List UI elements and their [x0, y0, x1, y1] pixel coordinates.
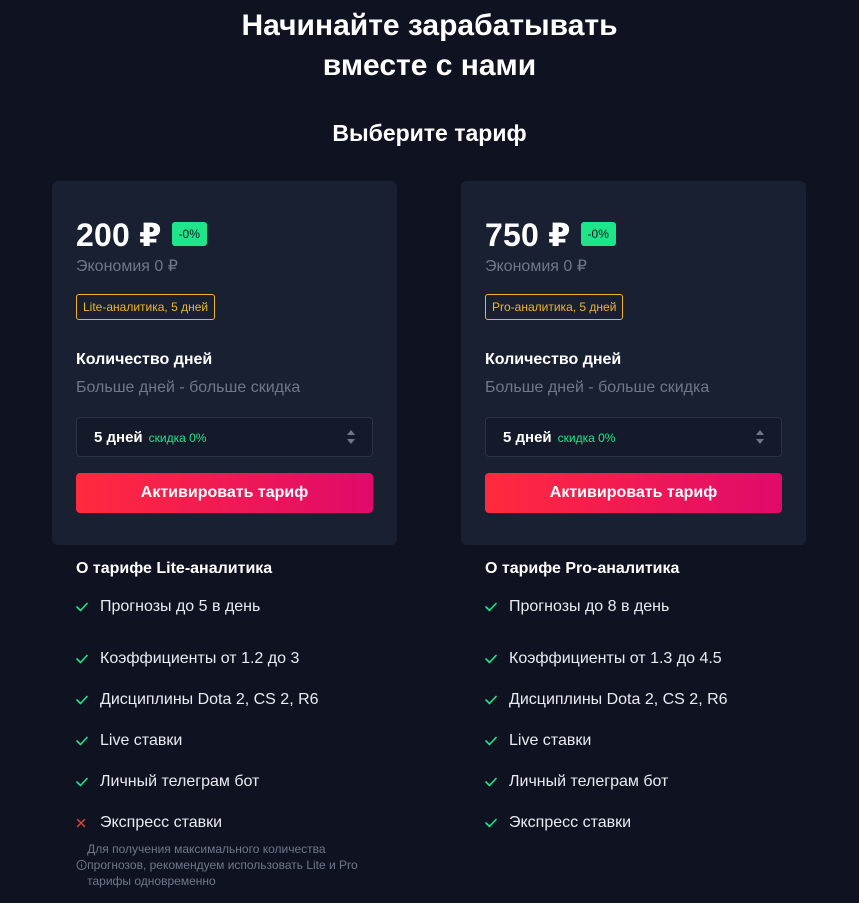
- check-icon: [76, 602, 100, 612]
- days-select-value: 5 дней: [94, 428, 143, 446]
- about-plan-pro: О тарифе Pro-аналитика Прогнозы до 8 в д…: [485, 559, 845, 843]
- feature-text: Прогнозы до 5 в день: [100, 598, 261, 615]
- plan-card-lite: 200 ₽ -0% Экономия 0 ₽ Lite-аналитика, 5…: [52, 181, 397, 545]
- hero-title-line-1: Начинайте зарабатывать: [241, 9, 618, 42]
- days-select-value: 5 дней: [503, 428, 552, 446]
- pricing-page: Начинайте зарабатывать вместе с нами Выб…: [0, 0, 859, 903]
- plan-tag: Lite-аналитика, 5 дней: [76, 294, 216, 320]
- feature-text: Live ставки: [100, 731, 183, 749]
- savings-text: Экономия 0 ₽: [485, 258, 587, 275]
- check-icon: [76, 777, 100, 787]
- feature-item: Экспресс ставки: [485, 802, 845, 843]
- plan-price: 750 ₽: [485, 217, 571, 253]
- check-icon: [485, 602, 509, 612]
- days-hint: Больше дней - больше скидка: [485, 379, 710, 396]
- feature-text: Коэффициенты от 1.2 до 3: [100, 649, 300, 667]
- price-row: 200 ₽ -0%: [76, 217, 207, 253]
- sort-arrows-icon: [347, 430, 355, 444]
- feature-list: Прогнозы до 5 в день Коэффициенты от 1.2 …: [76, 597, 436, 843]
- feature-item: Live ставки: [76, 720, 436, 761]
- hero-title-line-2: вместе с нами: [322, 49, 537, 82]
- feature-text: Дисциплины Dota 2, CS 2, R6: [100, 690, 319, 708]
- check-icon: [485, 818, 509, 828]
- feature-text: Экспресс ставки: [509, 813, 632, 831]
- days-select[interactable]: 5 дней скидка 0%: [485, 417, 782, 457]
- days-select-discount: скидка 0%: [557, 431, 616, 445]
- feature-text: Экспресс ставки: [100, 813, 223, 831]
- feature-text: Дисциплины Dota 2, CS 2, R6: [509, 690, 728, 708]
- days-title: Количество дней: [76, 351, 213, 368]
- plan-tag: Pro-аналитика, 5 дней: [485, 294, 624, 320]
- feature-text: Live ставки: [509, 731, 592, 749]
- savings-text: Экономия 0 ₽: [76, 258, 178, 275]
- check-icon: [485, 777, 509, 787]
- info-note: Для получения максимального количества п…: [76, 841, 386, 889]
- about-plan-title: О тарифе Pro-аналитика: [485, 560, 680, 577]
- discount-badge: -0%: [171, 222, 207, 246]
- activate-plan-button[interactable]: Активировать тариф: [76, 473, 373, 513]
- feature-item: Прогнозы до 5 в день: [76, 597, 436, 617]
- discount-badge: -0%: [580, 222, 616, 246]
- feature-item: Прогнозы до 8 в день: [485, 597, 845, 617]
- feature-text: Коэффициенты от 1.3 до 4.5: [509, 649, 722, 667]
- days-select[interactable]: 5 дней скидка 0%: [76, 417, 373, 457]
- days-select-discount: скидка 0%: [148, 431, 207, 445]
- check-icon: [76, 736, 100, 746]
- feature-item: Личный телеграм бот: [485, 761, 845, 802]
- feature-item: Личный телеграм бот: [76, 761, 436, 802]
- about-plan-title: О тарифе Lite-аналитика: [76, 560, 273, 577]
- check-icon: [485, 695, 509, 705]
- hero-title: Начинайте зарабатывать вместе с нами: [0, 6, 859, 86]
- plan-price: 200 ₽: [76, 217, 162, 253]
- about-plan-lite: О тарифе Lite-аналитика Прогнозы до 5 в …: [76, 559, 436, 843]
- sort-arrows-icon: [756, 430, 764, 444]
- cross-icon: [76, 818, 100, 828]
- feature-list: Прогнозы до 8 в день Коэффициенты от 1.3 …: [485, 597, 845, 843]
- feature-text: Прогнозы до 8 в день: [509, 598, 670, 615]
- feature-item: Live ставки: [485, 720, 845, 761]
- feature-text: Личный телеграм бот: [100, 772, 260, 790]
- days-title: Количество дней: [485, 351, 622, 368]
- feature-item: Коэффициенты от 1.3 до 4.5: [485, 638, 845, 679]
- plan-card-pro: 750 ₽ -0% Экономия 0 ₽ Pro-аналитика, 5 …: [461, 181, 806, 545]
- info-note-text: Для получения максимального количества п…: [87, 842, 358, 888]
- price-row: 750 ₽ -0%: [485, 217, 616, 253]
- check-icon: [76, 695, 100, 705]
- feature-item: Коэффициенты от 1.2 до 3: [76, 638, 436, 679]
- feature-text: Личный телеграм бот: [509, 772, 669, 790]
- choose-plan-heading: Выберите тариф: [332, 120, 527, 146]
- check-icon: [485, 736, 509, 746]
- info-icon: [76, 859, 87, 871]
- feature-item: Дисциплины Dota 2, CS 2, R6: [76, 679, 436, 720]
- feature-item: Дисциплины Dota 2, CS 2, R6: [485, 679, 845, 720]
- feature-item: Экспресс ставки: [76, 802, 436, 843]
- check-icon: [76, 654, 100, 664]
- check-icon: [485, 654, 509, 664]
- activate-plan-button[interactable]: Активировать тариф: [485, 473, 782, 513]
- days-hint: Больше дней - больше скидка: [76, 379, 301, 396]
